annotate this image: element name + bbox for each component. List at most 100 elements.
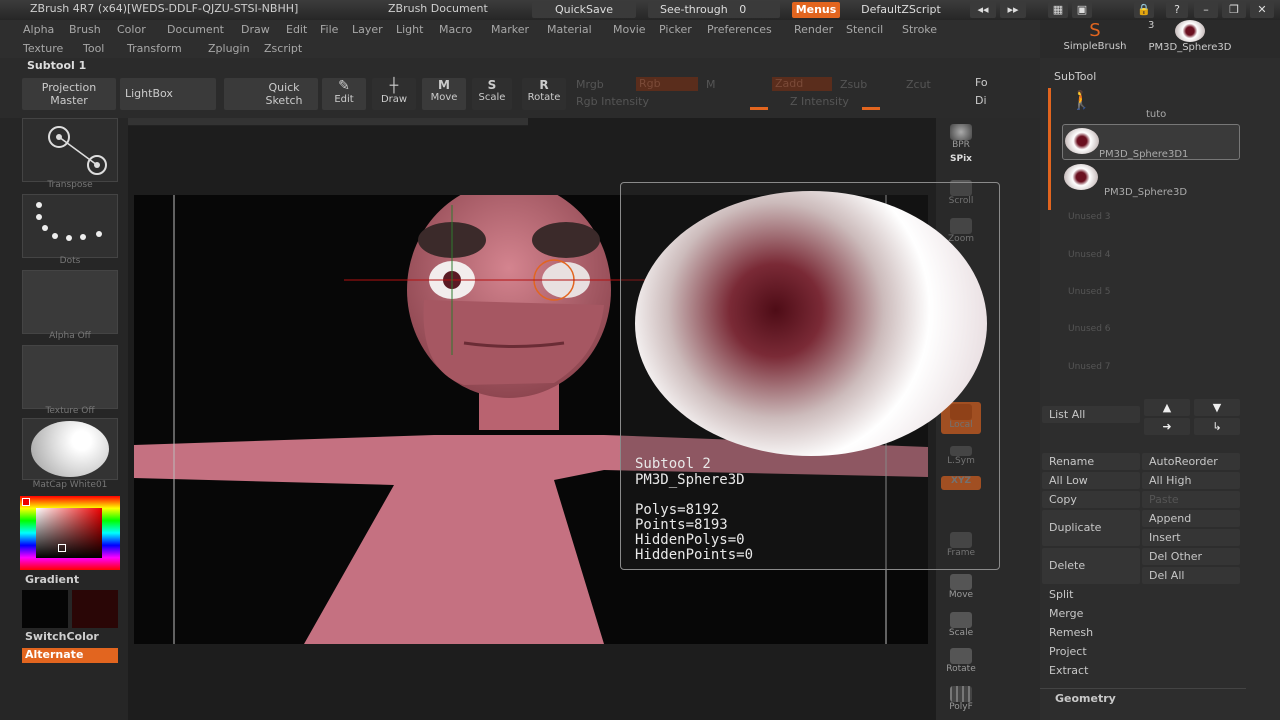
menus-toggle[interactable]: Menus <box>792 2 840 18</box>
remesh-section[interactable]: Remesh <box>1040 626 1093 639</box>
duplicate-button[interactable]: Duplicate <box>1042 510 1140 546</box>
project-section[interactable]: Project <box>1040 645 1087 658</box>
menu-render[interactable]: Render <box>794 23 833 36</box>
move-bottom-icon[interactable]: ↳ <box>1194 418 1240 435</box>
default-zscript-button[interactable]: DefaultZScript <box>846 2 956 18</box>
menu-document[interactable]: Document <box>167 23 224 36</box>
sphere-tool-thumbnail[interactable]: PM3D_Sphere3D <box>1142 20 1238 58</box>
move-down-icon[interactable]: ▼ <box>1194 399 1240 416</box>
secondary-color-swatch[interactable] <box>72 590 118 628</box>
scroll-right-icon[interactable]: ▸▸ <box>1000 2 1026 18</box>
texture-thumbnail[interactable] <box>22 345 118 409</box>
delete-button[interactable]: Delete <box>1042 548 1140 584</box>
projection-master-button[interactable]: Projection Master <box>22 78 116 110</box>
draw-mode-button[interactable]: ┼ Draw <box>372 78 416 110</box>
bpr-button[interactable]: BPR <box>941 122 981 154</box>
quicksave-button[interactable]: QuickSave <box>532 2 636 18</box>
menu-layer[interactable]: Layer <box>352 23 383 36</box>
lock-icon[interactable]: 🔒 <box>1134 2 1154 18</box>
move-mode-button[interactable]: M Move <box>422 78 466 110</box>
spix-slider[interactable]: SPix <box>941 154 981 174</box>
scale-mode-button[interactable]: S Scale <box>472 78 512 110</box>
rename-button[interactable]: Rename <box>1042 453 1140 470</box>
menu-zplugin[interactable]: Zplugin <box>208 42 250 55</box>
menu-stroke[interactable]: Stroke <box>902 23 937 36</box>
menu-preferences[interactable]: Preferences <box>707 23 772 36</box>
list-all-button[interactable]: List All <box>1042 406 1140 423</box>
all-high-button[interactable]: All High <box>1142 472 1240 489</box>
gradient-label[interactable]: Gradient <box>25 573 79 586</box>
menu-texture[interactable]: Texture <box>23 42 63 55</box>
draw-size-slider[interactable]: Di <box>975 94 987 107</box>
move-up-icon[interactable]: ▲ <box>1144 399 1190 416</box>
material-thumbnail[interactable] <box>22 418 118 480</box>
alternate-button[interactable]: Alternate <box>22 648 118 663</box>
menu-alpha[interactable]: Alpha <box>23 23 54 36</box>
simplebrush-thumbnail[interactable]: S SimpleBrush <box>1060 20 1130 58</box>
scroll-left-icon[interactable]: ◂◂ <box>970 2 996 18</box>
menu-movie[interactable]: Movie <box>613 23 646 36</box>
canvas-scrollbar[interactable] <box>128 118 528 126</box>
focal-shift-slider[interactable]: Fo <box>975 76 988 89</box>
split-section[interactable]: Split <box>1040 588 1073 601</box>
restore-icon[interactable]: ❐ <box>1222 2 1246 18</box>
extract-section[interactable]: Extract <box>1040 664 1088 677</box>
menu-marker[interactable]: Marker <box>491 23 529 36</box>
help-icon[interactable]: ? <box>1166 2 1188 18</box>
del-other-button[interactable]: Del Other <box>1142 548 1240 565</box>
mrgb-button[interactable]: Mrgb <box>576 78 604 91</box>
menu-light[interactable]: Light <box>396 23 423 36</box>
subtool-item-sphere3d[interactable]: PM3D_Sphere3D <box>1064 162 1240 198</box>
switchcolor-button[interactable]: SwitchColor <box>25 630 99 643</box>
main-color-swatch[interactable] <box>22 590 68 628</box>
copy-button[interactable]: Copy <box>1042 491 1140 508</box>
append-button[interactable]: Append <box>1142 510 1240 527</box>
layout-icon[interactable]: ▦ <box>1048 2 1068 18</box>
subtool-scrollbar[interactable] <box>1048 88 1051 210</box>
color-saturation-square[interactable] <box>36 508 102 558</box>
insert-button[interactable]: Insert <box>1142 529 1240 546</box>
zcut-button[interactable]: Zcut <box>906 78 931 91</box>
menu-tool[interactable]: Tool <box>83 42 104 55</box>
lightbox-button[interactable]: LightBox <box>120 78 216 110</box>
m-button[interactable]: M <box>706 78 716 91</box>
move-view-button[interactable]: Move <box>941 572 981 604</box>
menu-material[interactable]: Material <box>547 23 592 36</box>
edit-mode-button[interactable]: ✎ Edit <box>322 78 366 110</box>
z-intensity-slider[interactable]: Z Intensity <box>790 95 849 108</box>
minimize-icon[interactable]: – <box>1194 2 1218 18</box>
menu-brush[interactable]: Brush <box>69 23 101 36</box>
transpose-thumbnail[interactable] <box>22 118 118 182</box>
zsub-button[interactable]: Zsub <box>840 78 867 91</box>
menu-zscript[interactable]: Zscript <box>264 42 302 55</box>
palette-icon[interactable]: ▣ <box>1072 2 1092 18</box>
menu-macro[interactable]: Macro <box>439 23 472 36</box>
paste-button[interactable]: Paste <box>1142 491 1240 508</box>
seethrough-slider[interactable]: See-through 0 <box>648 2 780 18</box>
menu-color[interactable]: Color <box>117 23 146 36</box>
scale-view-button[interactable]: Scale <box>941 610 981 642</box>
autoreorder-button[interactable]: AutoReorder <box>1142 453 1240 470</box>
move-top-icon[interactable]: ➜ <box>1144 418 1190 435</box>
subtool-item-sphere3d1[interactable]: PM3D_Sphere3D1 <box>1062 124 1240 160</box>
menu-picker[interactable]: Picker <box>659 23 692 36</box>
subtool-header[interactable]: SubTool <box>1054 70 1096 83</box>
merge-section[interactable]: Merge <box>1040 607 1083 620</box>
quick-sketch-button[interactable]: Quick Sketch <box>224 78 318 110</box>
rotate-mode-button[interactable]: R Rotate <box>522 78 566 110</box>
subtool-item-tuto[interactable]: 🚶 tuto <box>1064 88 1240 120</box>
zadd-button[interactable]: Zadd <box>772 77 832 91</box>
close-icon[interactable]: ✕ <box>1250 2 1274 18</box>
polyf-button[interactable]: PolyF <box>941 684 981 716</box>
stroke-thumbnail[interactable] <box>22 194 118 258</box>
alpha-thumbnail[interactable] <box>22 270 118 334</box>
rgb-intensity-slider[interactable]: Rgb Intensity <box>576 95 649 108</box>
rgb-button[interactable]: Rgb <box>636 77 698 91</box>
menu-stencil[interactable]: Stencil <box>846 23 883 36</box>
menu-file[interactable]: File <box>320 23 338 36</box>
geometry-section[interactable]: Geometry <box>1046 692 1116 705</box>
all-low-button[interactable]: All Low <box>1042 472 1140 489</box>
menu-edit[interactable]: Edit <box>286 23 307 36</box>
menu-transform[interactable]: Transform <box>127 42 182 55</box>
rotate-view-button[interactable]: Rotate <box>941 646 981 678</box>
